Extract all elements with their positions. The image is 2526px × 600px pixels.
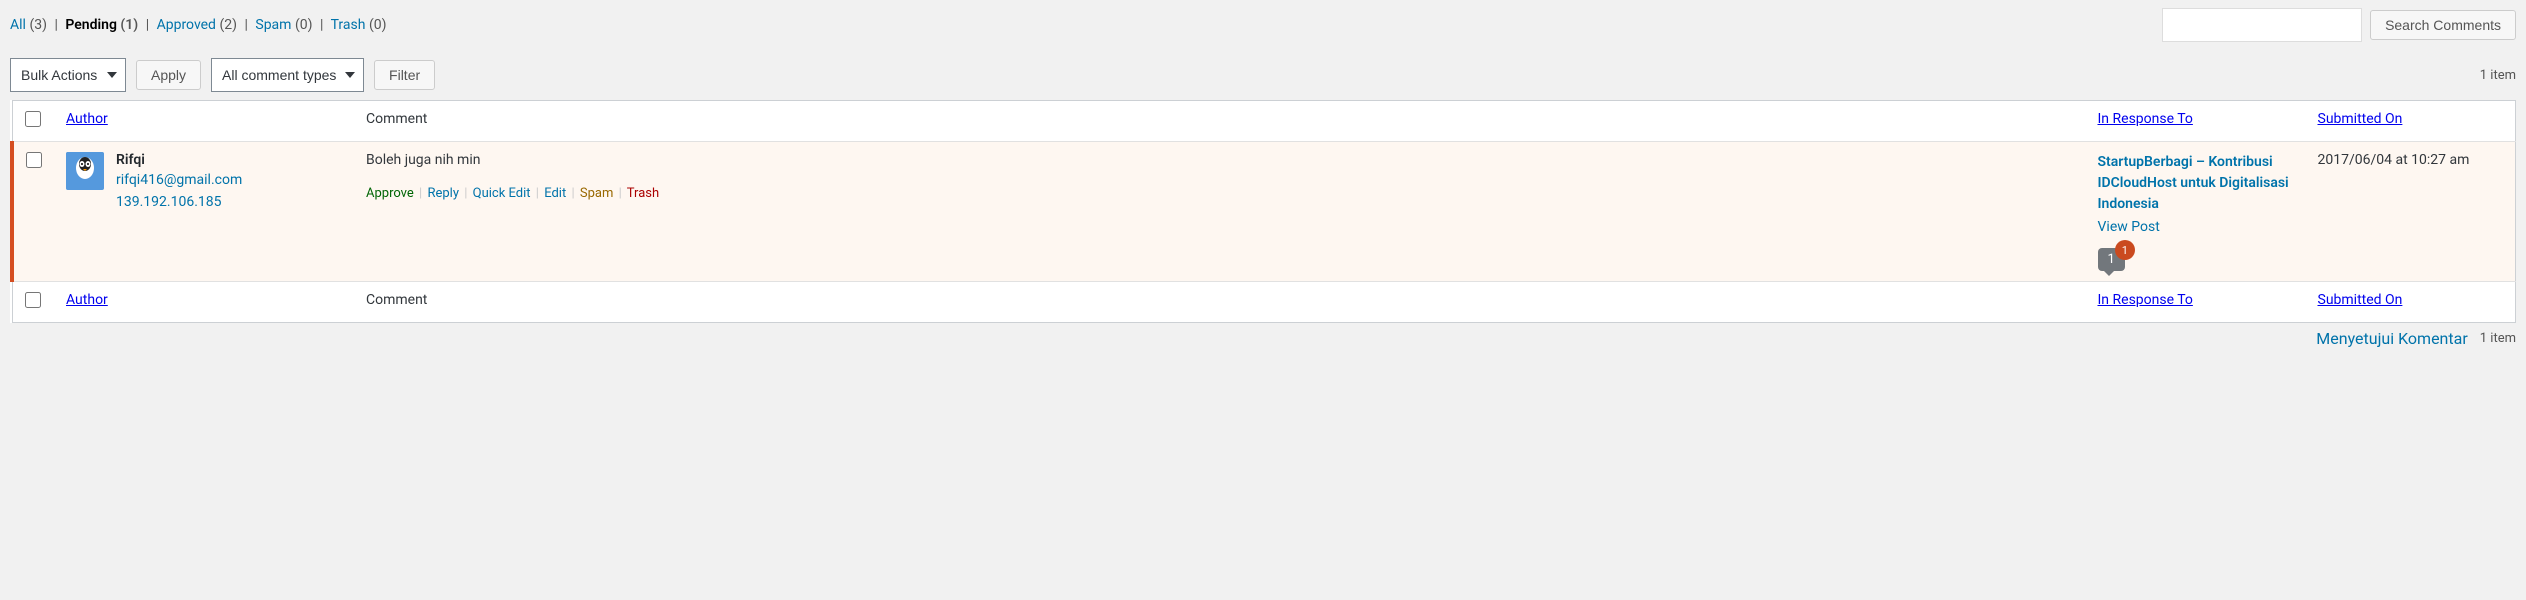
status-filter-links: All (3) | Pending (1) | Approved (2) | S… bbox=[10, 11, 387, 39]
filter-spam[interactable]: Spam (0) bbox=[255, 17, 312, 33]
trash-link[interactable]: Trash bbox=[627, 186, 659, 201]
select-all-top[interactable] bbox=[25, 111, 41, 127]
select-row[interactable] bbox=[26, 152, 42, 168]
search-box: Search Comments bbox=[2162, 8, 2516, 42]
avatar bbox=[66, 152, 104, 190]
caption-link[interactable]: Menyetujui Komentar bbox=[2316, 329, 2467, 348]
approve-link[interactable]: Approve bbox=[366, 186, 414, 201]
search-input[interactable] bbox=[2162, 8, 2362, 42]
select-all-bottom[interactable] bbox=[25, 292, 41, 308]
bulk-actions-select[interactable]: Bulk Actions bbox=[10, 58, 126, 92]
post-title-link[interactable]: StartupBerbagi – Kontribusi IDCloudHost … bbox=[2098, 152, 2294, 215]
search-button[interactable]: Search Comments bbox=[2370, 10, 2516, 40]
col-comment-foot: Comment bbox=[354, 282, 2086, 323]
col-author[interactable]: Author bbox=[66, 111, 108, 127]
view-post-link[interactable]: View Post bbox=[2098, 217, 2294, 238]
quickedit-link[interactable]: Quick Edit bbox=[473, 186, 531, 201]
comment-date: 2017/06/04 at 10:27 am bbox=[2306, 142, 2516, 282]
item-count-bottom: 1 item bbox=[2480, 331, 2516, 346]
pending-badge: 1 bbox=[2115, 240, 2135, 260]
filter-pending[interactable]: Pending (1) bbox=[65, 17, 138, 33]
col-response-foot[interactable]: In Response To bbox=[2098, 292, 2193, 308]
row-actions: Approve | Reply | Quick Edit | Edit | Sp… bbox=[366, 186, 2074, 201]
comment-types-select[interactable]: All comment types bbox=[211, 58, 364, 92]
col-author-foot[interactable]: Author bbox=[66, 292, 108, 308]
col-date[interactable]: Submitted On bbox=[2318, 111, 2403, 127]
author-ip[interactable]: 139.192.106.185 bbox=[116, 194, 222, 210]
filter-approved[interactable]: Approved (2) bbox=[157, 17, 237, 33]
reply-link[interactable]: Reply bbox=[427, 186, 459, 201]
apply-button[interactable]: Apply bbox=[136, 60, 201, 90]
comment-text: Boleh juga nih min bbox=[366, 152, 2074, 168]
col-comment: Comment bbox=[354, 101, 2086, 142]
item-count-top: 1 item bbox=[2480, 68, 2516, 83]
spam-link[interactable]: Spam bbox=[580, 186, 614, 201]
comment-row: Rifqi rifqi416@gmail.com 139.192.106.185… bbox=[12, 142, 2516, 282]
filter-trash[interactable]: Trash (0) bbox=[331, 17, 387, 33]
author-name: Rifqi bbox=[116, 152, 242, 168]
col-response[interactable]: In Response To bbox=[2098, 111, 2193, 127]
comment-count-bubble[interactable]: 1 1 bbox=[2098, 248, 2125, 271]
filter-button[interactable]: Filter bbox=[374, 60, 435, 90]
comments-table: Author Comment In Response To Submitted … bbox=[10, 100, 2516, 323]
edit-link[interactable]: Edit bbox=[544, 186, 566, 201]
author-email[interactable]: rifqi416@gmail.com bbox=[116, 172, 242, 188]
col-date-foot[interactable]: Submitted On bbox=[2318, 292, 2403, 308]
filter-all[interactable]: All (3) bbox=[10, 17, 47, 33]
